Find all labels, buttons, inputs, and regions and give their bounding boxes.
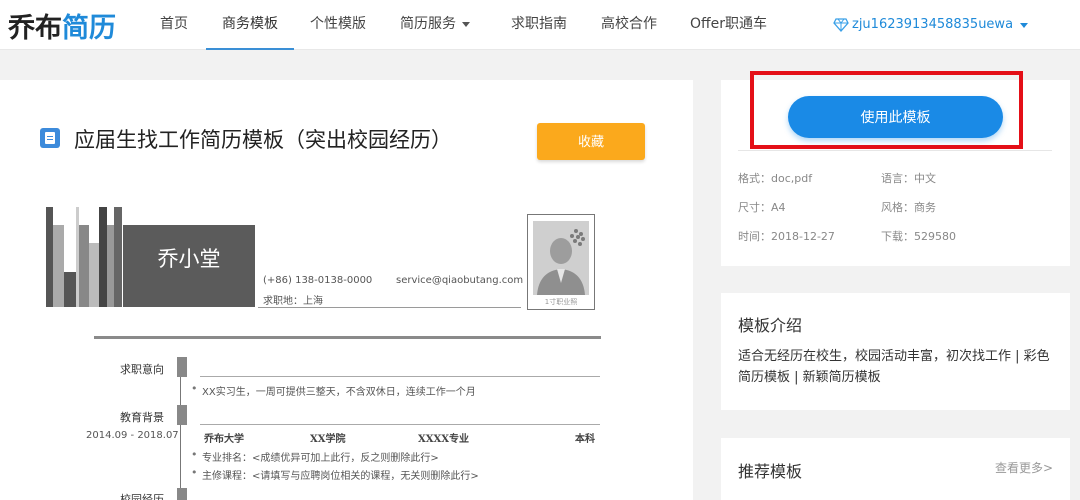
logo-text-primary: 乔布 [8, 12, 62, 44]
section-rule [200, 424, 600, 425]
recommended-title: 推荐模板 [738, 462, 803, 481]
decorative-bars [46, 207, 126, 307]
section-marker [177, 405, 187, 425]
use-template-button[interactable]: 使用此模板 [788, 96, 1003, 138]
document-icon [40, 128, 60, 148]
resume-phone: (+86) 138-0138-0000 [263, 275, 373, 286]
top-nav: 乔布 简历 首页 商务模板 个性模版 简历服务 求职指南 高校合作 Offer职通… [0, 0, 1080, 50]
meta-size: 尺寸：A4 [738, 201, 786, 214]
meta-format: 格式：doc,pdf [738, 172, 813, 185]
nav-item-resume-services-label: 简历服务 [400, 16, 456, 32]
resume-divider [94, 336, 601, 339]
resume-name: 乔小堂 [123, 225, 255, 307]
education-bullet: 专业排名：<成绩优异可加上此行，反之则删除此行> [191, 448, 439, 464]
nav-item-job-guide[interactable]: 求职指南 [511, 0, 567, 50]
nav-item-business-templates[interactable]: 商务模板 [206, 0, 294, 50]
nav-item-personal-templates[interactable]: 个性模版 [310, 0, 366, 50]
contact-divider [258, 307, 521, 308]
section-title-education: 教育背景 [120, 411, 164, 424]
meta-time: 时间：2018-12-27 [738, 230, 835, 243]
diamond-icon [833, 18, 849, 32]
section-title-campus: 校园经历 [120, 493, 164, 500]
section-marker [177, 488, 187, 500]
photo-caption: 1寸职业照 [544, 298, 578, 306]
meta-style: 风格：商务 [881, 201, 936, 214]
education-dates: 2014.09 - 2018.07 [86, 430, 179, 441]
section-title-objective: 求职意向 [120, 363, 164, 376]
objective-text: XX实习生，一周可提供三整天，不含双休日，连续工作一个月 [191, 382, 476, 398]
section-rule [200, 376, 600, 377]
chevron-down-icon [462, 21, 470, 27]
education-bullet: 主修课程：<请填写与应聘岗位相关的课程，无关则删除此行> [191, 466, 479, 482]
chevron-down-icon [1020, 22, 1029, 28]
page-title: 应届生找工作简历模板（突出校园经历） [74, 128, 452, 152]
user-menu[interactable]: zju1623913458835uewa [833, 0, 1029, 50]
nav-item-campus-cooperation[interactable]: 高校合作 [601, 0, 657, 50]
view-more-link[interactable]: 查看更多> [995, 459, 1053, 476]
info-divider [738, 150, 1052, 151]
nav-item-resume-services[interactable]: 简历服务 [400, 0, 470, 50]
intro-title: 模板介绍 [738, 316, 803, 335]
resume-email: service@qiaobutang.com [396, 275, 524, 286]
resume-location: 求职地：上海 [263, 296, 323, 307]
favorite-button[interactable]: 收藏 [537, 123, 645, 160]
nav-item-offer[interactable]: Offer职通车 [690, 0, 767, 50]
meta-downloads: 下载：529580 [881, 230, 956, 243]
education-degree: 本科 [575, 434, 595, 445]
username: zju1623913458835uewa [852, 17, 1014, 32]
education-major: XXXX专业 [418, 434, 470, 445]
nav-item-home[interactable]: 首页 [160, 0, 188, 50]
logo-text-accent: 简历 [62, 12, 116, 44]
timeline-line [180, 377, 181, 405]
timeline-line [180, 425, 181, 489]
avatar [533, 221, 589, 295]
site-logo[interactable]: 乔布 简历 [8, 7, 116, 44]
education-college: XX学院 [310, 434, 346, 445]
education-school: 乔布大学 [204, 434, 244, 445]
meta-language: 语言：中文 [881, 172, 936, 185]
section-marker [177, 357, 187, 377]
intro-text: 适合无经历在校生，校园活动丰富，初次找工作 | 彩色简历模板 | 新颖简历模板 [738, 349, 1050, 385]
resume-photo: 1寸职业照 [527, 214, 595, 310]
